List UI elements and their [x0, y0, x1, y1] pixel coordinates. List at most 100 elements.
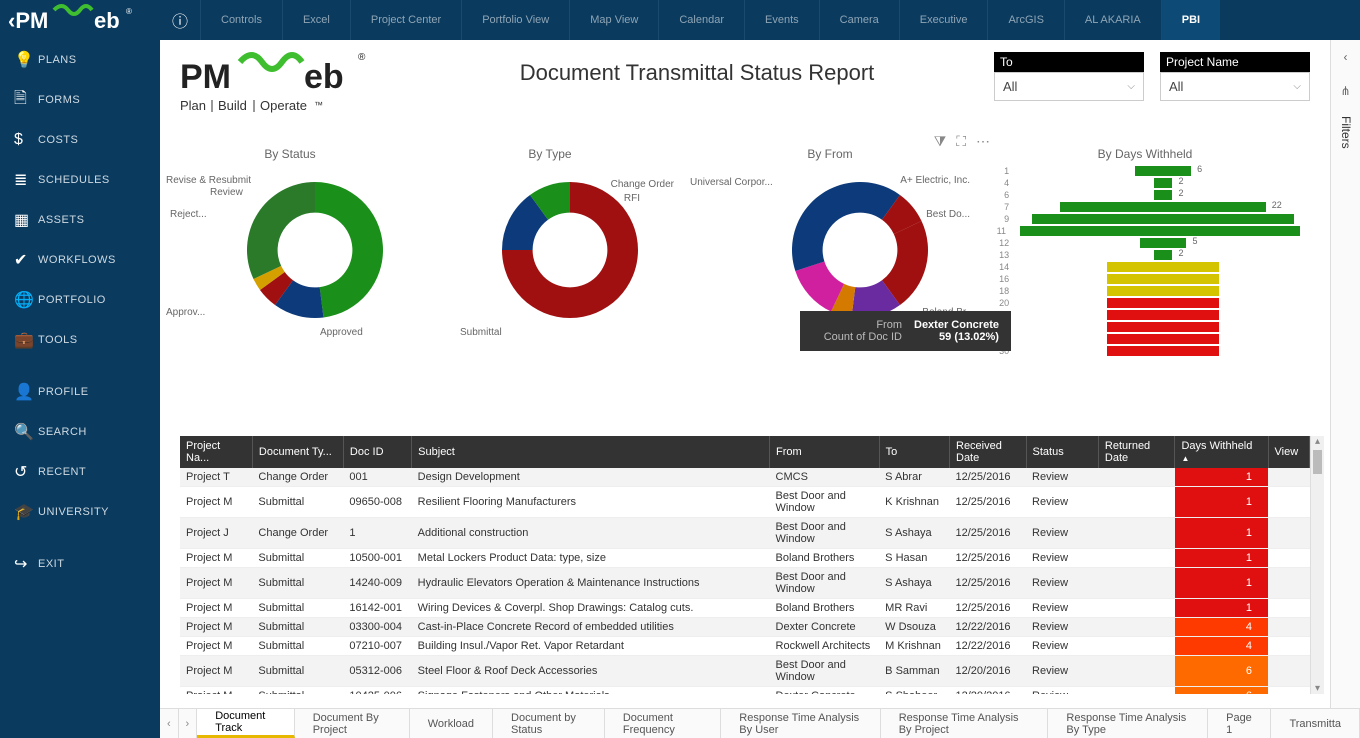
table-row[interactable]: Project MSubmittal16142-001Wiring Device…: [180, 599, 1310, 618]
column-header[interactable]: Document Ty...: [252, 436, 343, 468]
top-tab[interactable]: Excel: [282, 0, 350, 40]
table-cell: Submittal: [252, 549, 343, 568]
top-tab[interactable]: Events: [744, 0, 819, 40]
sidebar-item[interactable]: 💼TOOLS: [0, 320, 160, 360]
view-icon[interactable]: [1268, 599, 1309, 618]
table-row[interactable]: Project TChange Order001Design Developme…: [180, 468, 1310, 487]
slicer-project[interactable]: Project Name All ⌵: [1160, 52, 1310, 101]
data-table[interactable]: Project Na...Document Ty...Doc IDSubject…: [180, 436, 1310, 694]
view-icon[interactable]: [1268, 618, 1309, 637]
bar-row: 125: [990, 237, 1300, 249]
column-header[interactable]: View: [1268, 436, 1309, 468]
top-tab[interactable]: ArcGIS: [987, 0, 1063, 40]
page-tab[interactable]: Document by Status: [493, 709, 605, 738]
view-icon[interactable]: [1268, 656, 1309, 687]
top-tab[interactable]: Project Center: [350, 0, 461, 40]
report-title: Document Transmittal Status Report: [400, 52, 994, 86]
filters-pane-toggle[interactable]: ‹ ⋔ Filters: [1330, 40, 1360, 738]
table-cell: K Krishnan: [879, 487, 949, 518]
top-tab[interactable]: Controls: [200, 0, 282, 40]
sidebar-item[interactable]: 💡PLANS: [0, 40, 160, 80]
table-cell: [1098, 687, 1175, 695]
column-header[interactable]: Status: [1026, 436, 1098, 468]
tab-nav-prev[interactable]: ‹: [160, 709, 179, 738]
info-icon[interactable]: ⓘ: [160, 8, 200, 32]
column-header[interactable]: Received Date: [950, 436, 1027, 468]
top-tab[interactable]: Executive: [899, 0, 988, 40]
chart-by-days[interactable]: By Days Withheld 16426272291112513214161…: [980, 147, 1310, 357]
sidebar-item[interactable]: 👤PROFILE: [0, 372, 160, 412]
view-icon[interactable]: [1268, 487, 1309, 518]
page-tab[interactable]: Page 1: [1208, 709, 1271, 738]
sidebar-item-label: RECENT: [38, 466, 86, 478]
column-header[interactable]: Returned Date: [1098, 436, 1175, 468]
table-row[interactable]: Project MSubmittal14240-009Hydraulic Ele…: [180, 568, 1310, 599]
sidebar-item[interactable]: ✔WORKFLOWS: [0, 240, 160, 280]
view-icon[interactable]: [1268, 637, 1309, 656]
svg-text:‹PM: ‹PM: [8, 8, 48, 33]
top-tab[interactable]: Camera: [819, 0, 899, 40]
slicer-to[interactable]: To All ⌵: [994, 52, 1144, 101]
slicer-value[interactable]: All ⌵: [994, 72, 1144, 101]
page-tab[interactable]: Document Frequency: [605, 709, 721, 738]
view-icon[interactable]: [1268, 549, 1309, 568]
view-icon[interactable]: [1268, 468, 1309, 487]
page-tab[interactable]: Document Track: [197, 709, 295, 738]
column-header[interactable]: Subject: [412, 436, 770, 468]
sidebar-item[interactable]: 🔍SEARCH: [0, 412, 160, 452]
table-row[interactable]: Project JChange Order1Additional constru…: [180, 518, 1310, 549]
page-tab[interactable]: Response Time Analysis By Type: [1048, 709, 1208, 738]
chart-by-type[interactable]: By Type Change Order RFI Submittal: [420, 147, 680, 357]
page-tab[interactable]: Response Time Analysis By Project: [881, 709, 1049, 738]
column-header[interactable]: Days Withheld ▲: [1175, 436, 1268, 468]
sidebar-item[interactable]: 🎓UNIVERSITY: [0, 492, 160, 532]
top-tab[interactable]: Map View: [569, 0, 658, 40]
column-header[interactable]: To: [879, 436, 949, 468]
chart-by-status[interactable]: By Status Revise & Resubmit Review Rejec…: [160, 147, 420, 357]
top-tab[interactable]: PBI: [1161, 0, 1220, 40]
table-row[interactable]: Project MSubmittal10500-001Metal Lockers…: [180, 549, 1310, 568]
table-row[interactable]: Project MSubmittal09650-008Resilient Flo…: [180, 487, 1310, 518]
page-tab[interactable]: Workload: [410, 709, 493, 738]
data-table-wrap: Project Na...Document Ty...Doc IDSubject…: [180, 436, 1324, 694]
sidebar-item[interactable]: ≣SCHEDULES: [0, 160, 160, 200]
table-row[interactable]: Project MSubmittal03300-004Cast-in-Place…: [180, 618, 1310, 637]
bar-row: 28: [990, 333, 1300, 345]
view-icon[interactable]: [1268, 518, 1309, 549]
scroll-thumb[interactable]: [1313, 450, 1322, 474]
sidebar-item[interactable]: $COSTS: [0, 120, 160, 160]
column-header[interactable]: Project Na...: [180, 436, 252, 468]
sidebar-item[interactable]: ▦ASSETS: [0, 200, 160, 240]
top-tab[interactable]: Calendar: [658, 0, 744, 40]
table-cell: 6: [1175, 687, 1268, 695]
sidebar-item[interactable]: 🌐PORTFOLIO: [0, 280, 160, 320]
table-cell: S Shabeer: [879, 687, 949, 695]
table-cell: [1098, 637, 1175, 656]
sidebar-item[interactable]: ↺RECENT: [0, 452, 160, 492]
chart-title: By From: [680, 147, 980, 161]
table-row[interactable]: Project MSubmittal10425-006Signage Faste…: [180, 687, 1310, 695]
table-cell: Review: [1026, 468, 1098, 487]
table-scrollbar[interactable]: ▴ ▾: [1310, 436, 1324, 694]
table-cell: 12/25/2016: [950, 568, 1027, 599]
sidebar-icon: 👤: [14, 382, 38, 402]
column-header[interactable]: From: [770, 436, 880, 468]
table-row[interactable]: Project MSubmittal05312-006Steel Floor &…: [180, 656, 1310, 687]
sidebar-item[interactable]: 🗎FORMS: [0, 80, 160, 120]
sidebar-item-exit[interactable]: ↪ EXIT: [0, 544, 160, 584]
column-header[interactable]: Doc ID: [343, 436, 411, 468]
page-tab[interactable]: Response Time Analysis By User: [721, 709, 880, 738]
page-tab[interactable]: Transmitta: [1271, 709, 1360, 738]
table-cell: Submittal: [252, 568, 343, 599]
table-row[interactable]: Project MSubmittal07210-007Building Insu…: [180, 637, 1310, 656]
table-cell: Change Order: [252, 518, 343, 549]
tab-nav-next[interactable]: ›: [179, 709, 198, 738]
top-tab[interactable]: AL AKARIA: [1064, 0, 1161, 40]
page-tab[interactable]: Document By Project: [295, 709, 410, 738]
slicer-value[interactable]: All ⌵: [1160, 72, 1310, 101]
sidebar-item-label: SCHEDULES: [38, 174, 110, 186]
view-icon[interactable]: [1268, 687, 1309, 695]
view-icon[interactable]: [1268, 568, 1309, 599]
top-tab[interactable]: Portfolio View: [461, 0, 569, 40]
table-cell: Project M: [180, 637, 252, 656]
